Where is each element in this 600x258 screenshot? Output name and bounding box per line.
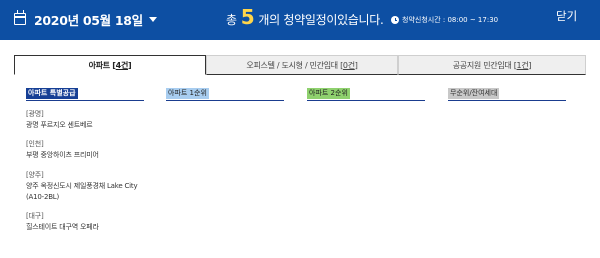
list-item[interactable]: [인천] 부평 중앙하이츠 프리미어 bbox=[26, 139, 99, 161]
entry-name: 양주 옥정신도시 제일풍경채 Lake City bbox=[26, 182, 138, 190]
calendar-icon bbox=[14, 10, 26, 25]
list-item[interactable]: [양주] 양주 옥정신도시 제일풍경채 Lake City (A10-2BL) bbox=[26, 170, 138, 203]
column-underline bbox=[26, 100, 144, 101]
column-second-rank: 아파트 2순위 bbox=[307, 88, 350, 99]
header-bar: 2020년 05월 18일 총 5 개의 청약일정이있습니다. 청약신청시간 :… bbox=[0, 0, 600, 40]
tab-apartment[interactable]: 아파트 [4건] bbox=[14, 55, 206, 75]
tab-label: 아파트 [ bbox=[88, 60, 116, 70]
list-item[interactable]: [대구] 힐스테이트 대구역 오페라 bbox=[26, 211, 99, 233]
tab-bracket: ] bbox=[528, 60, 532, 70]
summary-suffix: 개의 청약일정이있습니다. bbox=[258, 13, 384, 27]
clock-icon bbox=[391, 16, 399, 24]
chevron-down-icon[interactable] bbox=[148, 16, 157, 22]
entry-name: 광명 푸르지오 센트베르 bbox=[26, 121, 93, 129]
entry-region: [인천] bbox=[26, 140, 44, 148]
tab-officetel[interactable]: 오피스텔 / 도시형 / 민간임대 [0건] bbox=[206, 55, 398, 75]
tab-count: 0건 bbox=[342, 60, 355, 70]
entry-name-line2: (A10-2BL) bbox=[26, 193, 60, 201]
application-hours: 청약신청시간 : 08:00 ~ 17:30 bbox=[391, 13, 498, 27]
date-selector[interactable]: 2020년 05월 18일 bbox=[14, 9, 157, 29]
hours-text: 청약신청시간 : 08:00 ~ 17:30 bbox=[402, 16, 499, 24]
entry-region: [광명] bbox=[26, 110, 44, 118]
schedule-summary: 총 5 개의 청약일정이있습니다. bbox=[226, 7, 384, 28]
tab-label: 공공지원 민간임대 [ bbox=[452, 60, 517, 70]
tab-bracket: ] bbox=[354, 60, 358, 70]
entry-region: [양주] bbox=[26, 171, 44, 179]
entry-region: [대구] bbox=[26, 212, 44, 220]
column-first-rank: 아파트 1순위 bbox=[166, 88, 209, 99]
summary-count: 5 bbox=[240, 5, 255, 29]
column-underline bbox=[448, 100, 566, 101]
tab-public-rental[interactable]: 공공지원 민간임대 [1건] bbox=[398, 55, 586, 75]
summary-prefix: 총 bbox=[226, 13, 237, 27]
column-no-rank: 무순위/잔여세대 bbox=[448, 88, 500, 99]
entry-name: 힐스테이트 대구역 오페라 bbox=[26, 223, 99, 231]
column-underline bbox=[307, 100, 425, 101]
tab-count: 4건 bbox=[115, 60, 129, 70]
category-tabs: 아파트 [4건] 오피스텔 / 도시형 / 민간임대 [0건] 공공지원 민간임… bbox=[14, 55, 586, 75]
tab-count: 1건 bbox=[516, 60, 529, 70]
entry-name: 부평 중앙하이츠 프리미어 bbox=[26, 151, 99, 159]
tab-label: 오피스텔 / 도시형 / 민간임대 [ bbox=[246, 60, 343, 70]
tab-bracket: ] bbox=[128, 60, 132, 70]
list-item[interactable]: [광명] 광명 푸르지오 센트베르 bbox=[26, 109, 93, 131]
selected-date: 2020년 05월 18일 bbox=[34, 12, 143, 28]
close-button[interactable]: 닫기 bbox=[556, 8, 577, 24]
column-special-supply: 아파트 특별공급 bbox=[26, 88, 78, 99]
column-underline bbox=[166, 100, 284, 101]
